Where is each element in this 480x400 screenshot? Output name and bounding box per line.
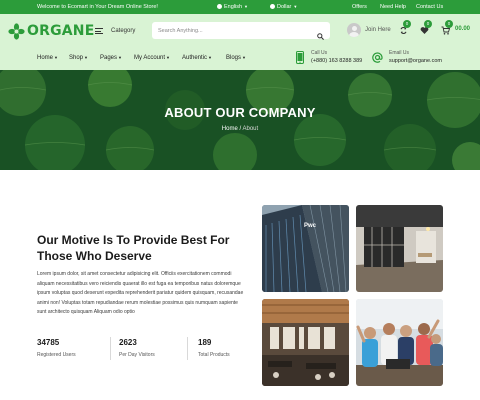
building-sign-text: Pwc xyxy=(304,223,317,229)
nav-item-pages[interactable]: Pages▼ xyxy=(100,55,122,61)
join-here-button[interactable]: Join Here xyxy=(347,23,391,37)
chevron-down-icon: ▼ xyxy=(84,55,88,60)
site-logo[interactable]: ORGANE xyxy=(8,22,95,40)
page-title: ABOUT OUR COMPANY xyxy=(164,105,316,120)
leaf-logo-icon xyxy=(8,22,25,40)
motive-paragraph: Lorem ipsum dolor, sit amet consectetur … xyxy=(37,271,244,316)
nav-item-label: Pages xyxy=(100,55,118,61)
stat-number: 189 xyxy=(198,338,212,347)
breadcrumb-home-link[interactable]: Home xyxy=(222,126,238,132)
motive-heading-line1: Our Motive Is To Provide Best For xyxy=(37,233,230,247)
cart-total: 00.00 xyxy=(455,26,471,32)
stat-label: Per Day Visitors xyxy=(119,352,155,358)
wishlist-count-badge: 0 xyxy=(424,20,432,28)
cart-count-badge: 0 xyxy=(445,20,453,28)
nav-item-authentic[interactable]: Authentic▼ xyxy=(182,55,212,61)
office-hallway-photo xyxy=(356,205,443,292)
breadcrumb: Home / About xyxy=(0,126,480,132)
chevron-down-icon: ▼ xyxy=(208,55,212,60)
nav-item-label: Authentic xyxy=(182,55,208,61)
leaves-background-image xyxy=(0,70,480,170)
phone-icon xyxy=(294,50,305,65)
at-sign-icon xyxy=(372,50,383,65)
email-us-block[interactable]: Email Us support@organe.com xyxy=(372,50,442,65)
stat-registered-users: 34785 Registered Users xyxy=(37,338,76,358)
nav-item-label: Shop xyxy=(69,55,84,61)
language-selector[interactable]: English ▼ xyxy=(217,4,248,10)
join-here-label: Join Here xyxy=(365,27,391,33)
nav-item-blogs[interactable]: Blogs▼ xyxy=(226,55,246,61)
chevron-down-icon: ▼ xyxy=(293,4,298,9)
contact-us-link[interactable]: Contact Us xyxy=(416,4,443,10)
search-input[interactable] xyxy=(158,25,308,36)
stat-label: Total Products xyxy=(198,352,230,358)
search-box xyxy=(152,22,330,40)
stat-per-day-visitors: 2623 Per Day Visitors xyxy=(119,338,155,358)
breadcrumb-separator: / xyxy=(239,126,242,132)
nav-item-label: Blogs xyxy=(226,55,242,61)
globe-icon xyxy=(217,4,222,9)
main-nav: Home▼ Shop▼ Pages▼ My Account▼ Authentic… xyxy=(0,48,480,70)
offers-link[interactable]: Offers xyxy=(352,4,367,10)
nav-item-label: Home xyxy=(37,55,54,61)
language-label: English xyxy=(224,4,243,10)
logo-text: ORGANE xyxy=(27,23,95,39)
hero-banner: ABOUT OUR COMPANY Home / About xyxy=(0,70,480,170)
stat-label: Registered Users xyxy=(37,352,76,358)
wishlist-button[interactable]: 0 xyxy=(420,20,432,35)
top-bar: Welcome to Ecomart in Your Dream Online … xyxy=(0,0,480,14)
menu-icon xyxy=(95,28,103,34)
stat-total-products: 189 Total Products xyxy=(198,338,230,358)
breadcrumb-current: About xyxy=(242,126,259,132)
category-label: Category xyxy=(111,28,136,34)
welcome-text: Welcome to Ecomart in Your Dream Online … xyxy=(37,4,158,10)
currency-selector[interactable]: Dollar ▼ xyxy=(270,4,297,10)
call-us-label: Call Us xyxy=(311,50,328,56)
currency-label: Dollar xyxy=(277,4,292,10)
motive-heading: Our Motive Is To Provide Best For Those … xyxy=(37,232,247,264)
stat-divider xyxy=(187,337,188,360)
chevron-down-icon: ▼ xyxy=(118,55,122,60)
need-help-link[interactable]: Need Help xyxy=(380,4,406,10)
building-photo: Pwc xyxy=(262,205,349,292)
compare-button[interactable]: 0 xyxy=(399,20,411,35)
nav-item-my-account[interactable]: My Account▼ xyxy=(134,55,170,61)
cart-button[interactable]: 0 xyxy=(441,20,453,35)
stat-divider xyxy=(110,337,111,360)
compare-count-badge: 0 xyxy=(403,20,411,28)
user-avatar-icon xyxy=(347,23,361,37)
nav-item-shop[interactable]: Shop▼ xyxy=(69,55,88,61)
coworking-office-photo xyxy=(262,299,349,386)
email-us-label: Email Us xyxy=(389,50,410,56)
dollar-icon xyxy=(270,4,275,9)
stat-number: 2623 xyxy=(119,338,137,347)
team-celebration-photo xyxy=(356,299,443,386)
header: ORGANE Category Join Here 0 0 0 00.00 xyxy=(0,14,480,48)
nav-item-home[interactable]: Home▼ xyxy=(37,55,58,61)
chevron-down-icon: ▼ xyxy=(242,55,246,60)
chevron-down-icon: ▼ xyxy=(166,55,170,60)
nav-item-label: My Account xyxy=(134,55,166,61)
call-us-block[interactable]: Call Us (+880) 163 8288 389 xyxy=(294,50,362,65)
chevron-down-icon: ▼ xyxy=(54,55,58,60)
email-address: support@organe.com xyxy=(389,58,442,64)
search-icon[interactable] xyxy=(317,27,324,40)
category-button[interactable]: Category xyxy=(95,25,135,37)
stat-number: 34785 xyxy=(37,338,60,347)
chevron-down-icon: ▼ xyxy=(244,4,249,9)
phone-number: (+880) 163 8288 389 xyxy=(311,58,363,64)
motive-heading-line2: Those Who Deserve xyxy=(37,249,152,263)
